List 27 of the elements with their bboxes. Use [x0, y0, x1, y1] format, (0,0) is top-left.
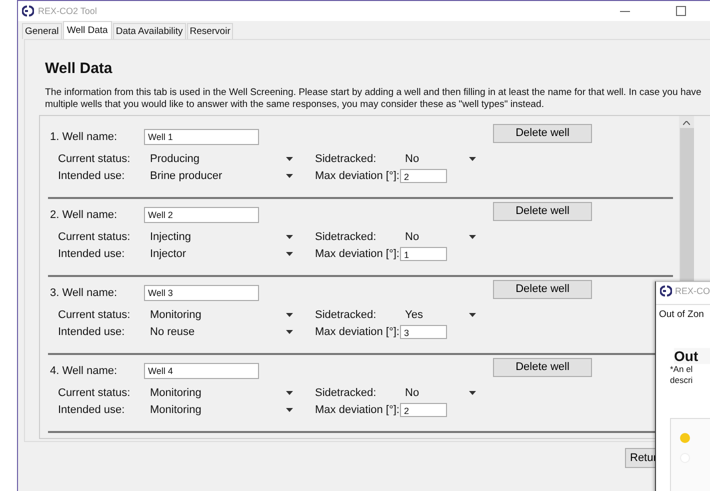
field-label: 4. Well name: — [50, 365, 118, 377]
field-label: Sidetracked: — [315, 386, 378, 398]
field-label: Intended use: — [58, 248, 126, 260]
intro-text: The information from this tab is used in the Well Screening. Please start by adding a well and then filling in at least the name for that well. In case you have multiple wells that you would like to answer with the same responses, you may consider these as "well types" instead. — [45, 87, 702, 111]
field-label: Sidetracked: — [315, 230, 378, 242]
field-label: Current status: — [58, 386, 132, 398]
field-label: Max deviation [°]: — [315, 326, 400, 338]
dialog-text: descri — [670, 375, 694, 386]
field-label: 3. Well name: — [50, 287, 118, 299]
field-label: 2. Well name: — [50, 209, 118, 221]
field-label: Intended use: — [58, 170, 126, 182]
dialog-heading: Out — [674, 348, 710, 364]
field-label: Max deviation [°]: — [315, 248, 400, 260]
field-label: Current status: — [58, 308, 132, 320]
field-label: Sidetracked: — [315, 152, 378, 164]
field-label: 1. Well name: — [50, 131, 118, 143]
field-label: Max deviation [°]: — [315, 404, 400, 416]
field-label: Current status: — [58, 230, 132, 242]
field-label: Sidetracked: — [315, 308, 378, 320]
field-label: Intended use: — [58, 326, 126, 338]
field-label: Intended use: — [58, 404, 126, 416]
window-title: REX-CO — [675, 286, 710, 296]
dialog-text: *An el — [670, 364, 694, 375]
window-title: REX-CO2 Tool — [38, 6, 97, 16]
page-heading: Well Data — [45, 60, 114, 77]
field-label: Current status: — [58, 152, 132, 164]
field-label: Max deviation [°]: — [315, 170, 400, 182]
